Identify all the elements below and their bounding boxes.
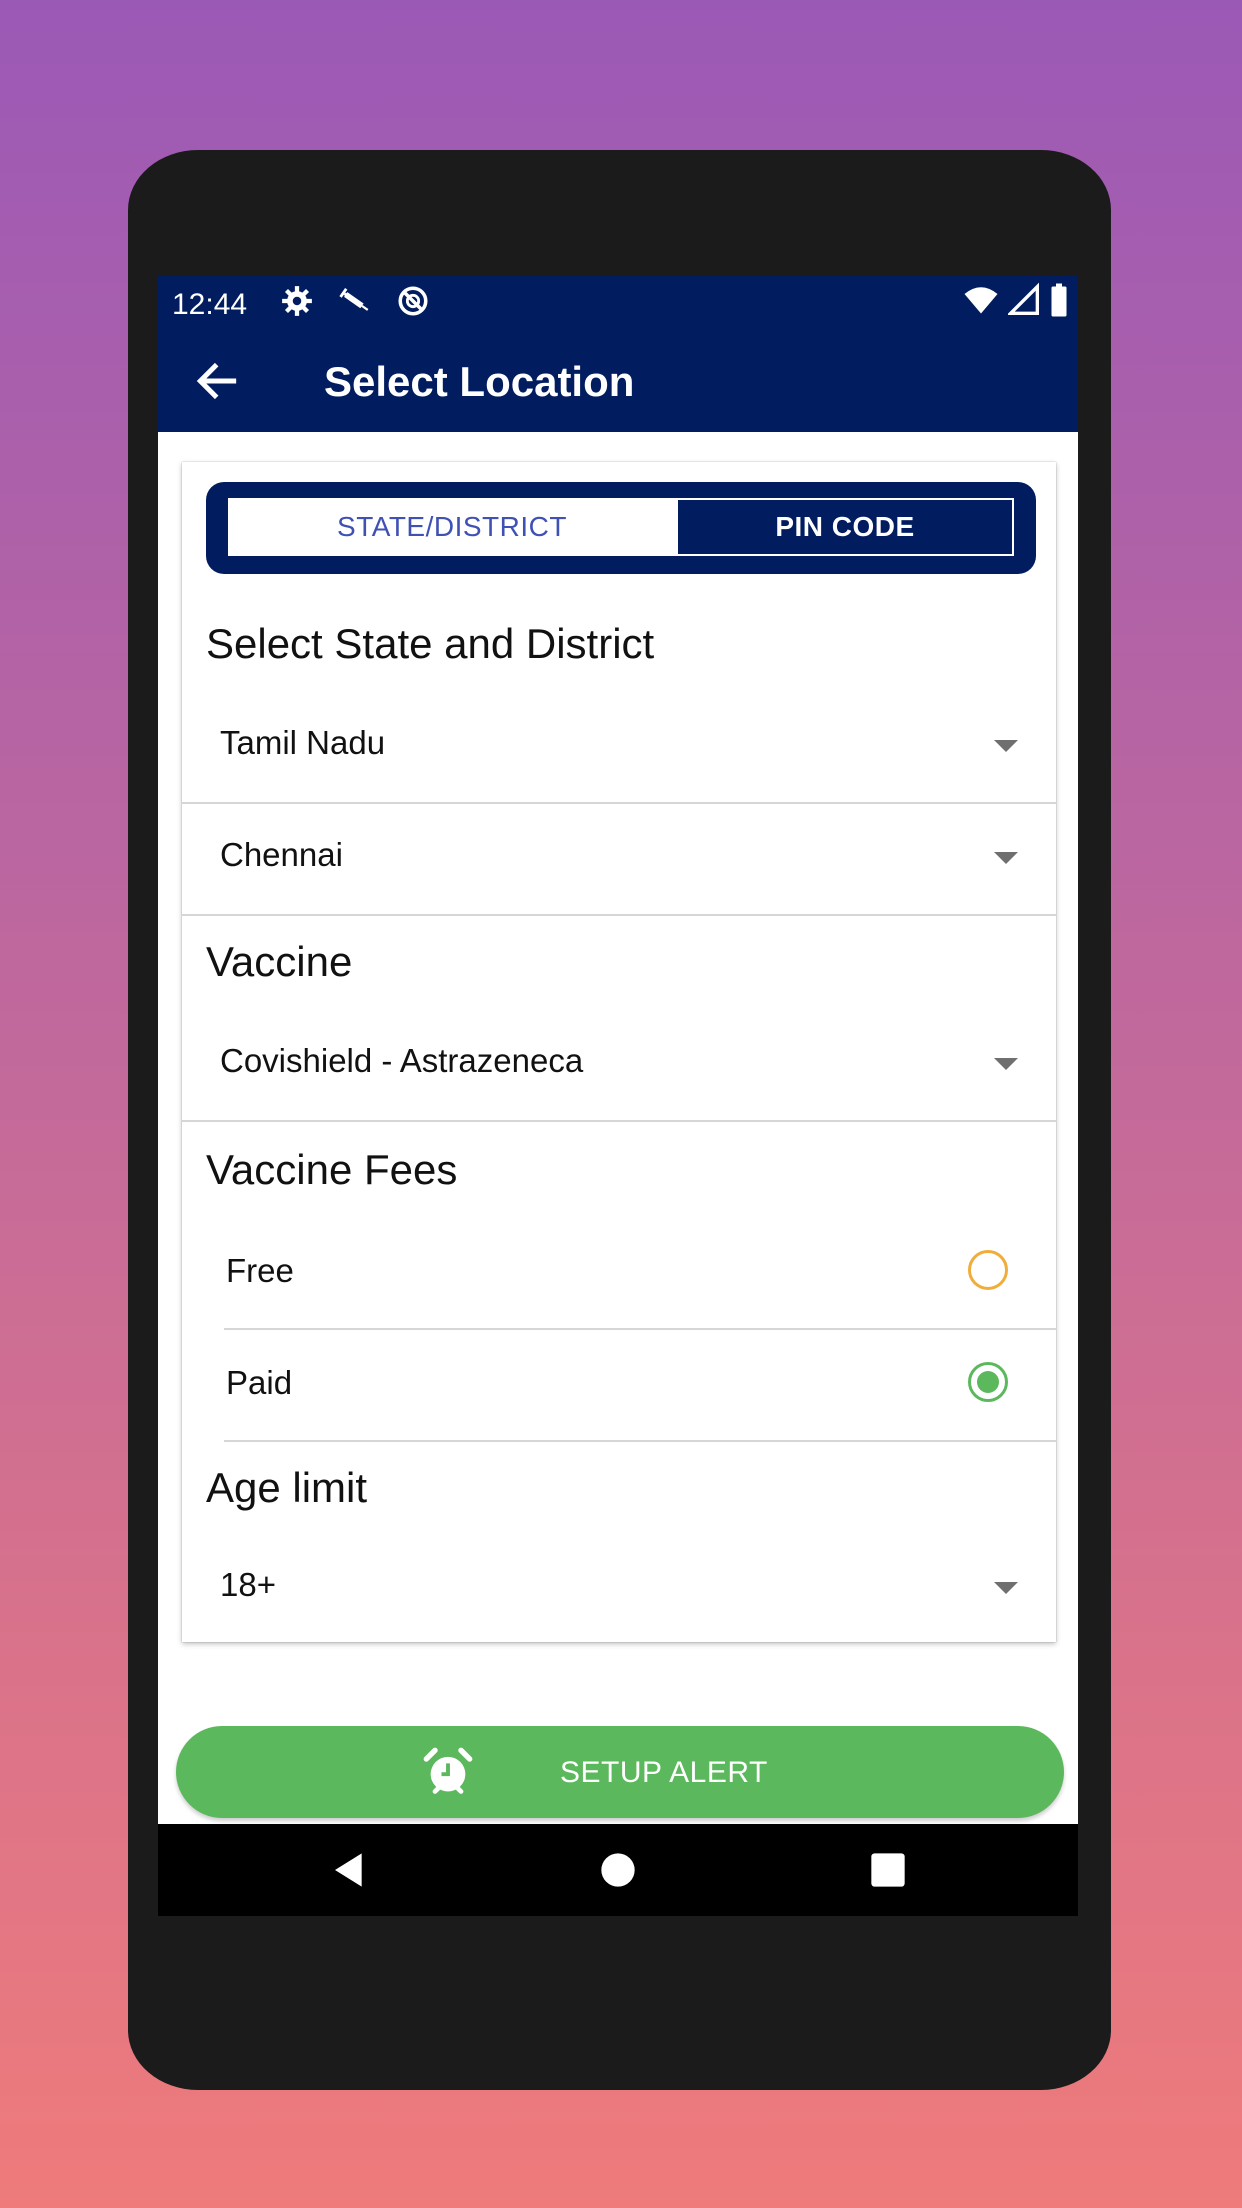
wifi-icon — [964, 287, 998, 314]
vaccine-heading: Vaccine — [206, 938, 353, 985]
location-mode-toggle: STATE/DISTRICT PIN CODE — [206, 482, 1036, 574]
recents-square-icon[interactable] — [868, 1850, 908, 1890]
arrow-left-icon[interactable] — [192, 356, 242, 406]
page-title: Select Location — [324, 358, 635, 405]
do-not-disturb-icon — [398, 286, 428, 316]
status-bar: 12:44 — [158, 276, 1078, 334]
settings-icon — [282, 286, 312, 316]
state-dropdown-value: Tamil Nadu — [220, 724, 386, 761]
district-dropdown[interactable]: Chennai — [182, 804, 1056, 916]
caret-down-icon — [994, 1058, 1018, 1070]
age-limit-dropdown[interactable]: 18+ — [182, 1534, 1056, 1644]
caret-down-icon — [994, 740, 1018, 752]
battery-icon — [1051, 283, 1067, 317]
age-limit-heading: Age limit — [206, 1464, 368, 1511]
fee-option-paid[interactable]: Paid — [224, 1330, 1056, 1442]
app-screen: 12:44 Select Location STATE/DISTRICT PIN… — [158, 276, 1078, 1916]
app-bar: Select Location — [158, 334, 1078, 432]
system-nav-bar — [158, 1824, 1078, 1916]
back-triangle-icon[interactable] — [330, 1850, 370, 1890]
tab-pin-code[interactable]: PIN CODE — [676, 498, 1014, 556]
setup-alert-label: SETUP ALERT — [560, 1756, 768, 1789]
setup-alert-button[interactable]: SETUP ALERT — [176, 1726, 1064, 1818]
state-district-heading: Select State and District — [206, 620, 655, 667]
vaccine-dropdown-value: Covishield - Astrazeneca — [220, 1042, 584, 1079]
fee-option-label: Paid — [226, 1364, 293, 1401]
alarm-clock-icon — [423, 1747, 473, 1794]
district-dropdown-value: Chennai — [220, 836, 343, 873]
vaccine-fees-heading: Vaccine Fees — [206, 1146, 458, 1193]
caret-down-icon — [994, 1582, 1018, 1594]
radio-checked[interactable] — [968, 1362, 1008, 1402]
home-circle-icon[interactable] — [598, 1850, 638, 1890]
tab-state-district[interactable]: STATE/DISTRICT — [228, 498, 676, 556]
state-dropdown[interactable]: Tamil Nadu — [182, 692, 1056, 804]
age-limit-value: 18+ — [220, 1566, 276, 1603]
caret-down-icon — [994, 852, 1018, 864]
vaccine-syringe-icon — [339, 288, 369, 311]
status-time: 12:44 — [172, 288, 248, 321]
radio-unchecked[interactable] — [968, 1250, 1008, 1290]
fee-option-free[interactable]: Free — [224, 1218, 1056, 1330]
cell-signal-icon — [1008, 282, 1039, 315]
fee-option-label: Free — [226, 1252, 294, 1289]
vaccine-dropdown[interactable]: Covishield - Astrazeneca — [182, 1010, 1056, 1122]
location-form-card: STATE/DISTRICT PIN CODE Select State and… — [182, 462, 1056, 1642]
